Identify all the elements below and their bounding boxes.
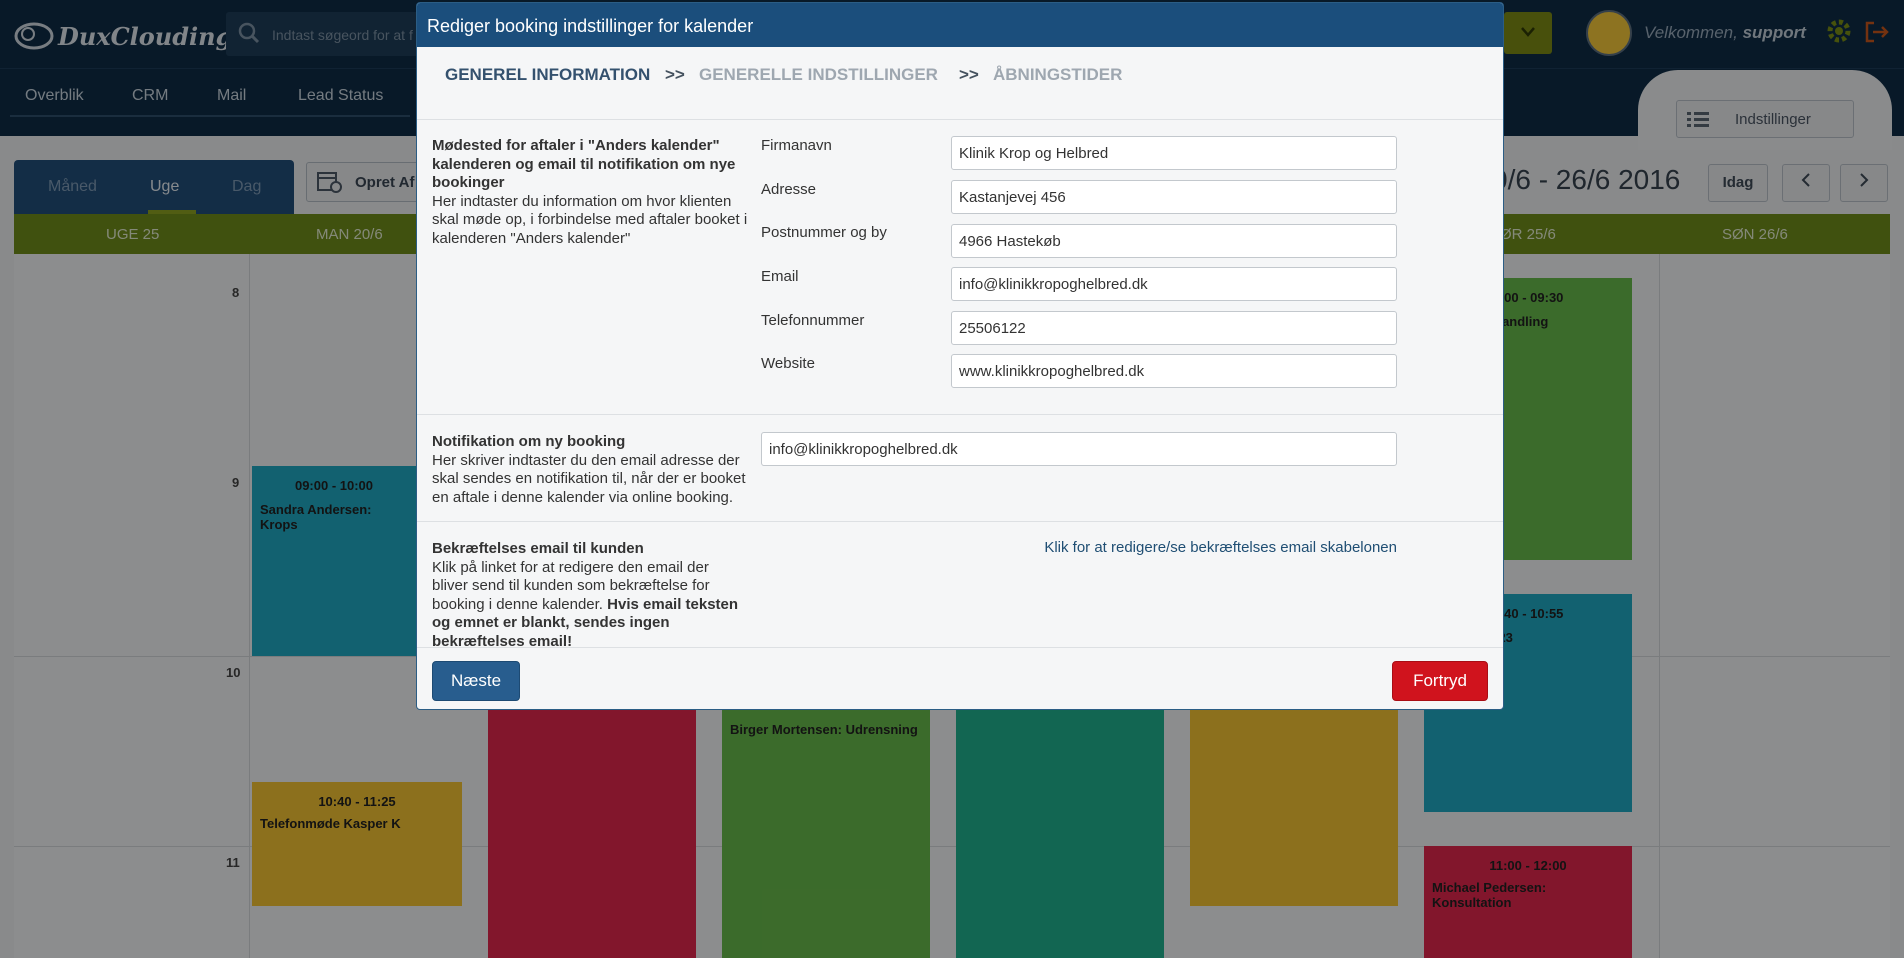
phone-field[interactable] [951,311,1397,345]
edit-confirmation-template-link[interactable]: Klik for at redigere/se bekræftelses ema… [1041,539,1397,556]
divider [417,414,1503,415]
website-field[interactable] [951,354,1397,388]
next-button[interactable]: Næste [432,661,520,701]
step-general-settings[interactable]: GENERELLE INDSTILLINGER [699,65,938,85]
postal-city-field[interactable] [951,224,1397,258]
step-separator: >> [959,65,979,84]
step-separator: >> [665,65,685,84]
company-name-field[interactable] [951,136,1397,170]
address-label: Adresse [761,181,817,198]
confirmation-description: Bekræftelses email til kunden Klik på li… [432,540,748,651]
divider [417,647,1503,648]
modal-title: Rediger booking indstillinger for kalend… [427,16,754,36]
phone-label: Telefonnummer [761,312,865,329]
notification-heading: Notifikation om ny booking [432,433,626,450]
address-field[interactable] [951,180,1397,214]
postal-city-label: Postnummer og by [761,224,887,241]
notification-description: Notifikation om ny booking Her skriver i… [432,433,748,507]
meeting-place-heading: Mødested for aftaler i "Anders kalender"… [432,137,736,191]
meeting-place-description: Mødested for aftaler i "Anders kalender"… [432,137,748,248]
divider [417,119,1503,120]
confirmation-heading: Bekræftelses email til kunden [432,540,644,557]
email-label: Email [761,268,799,285]
notification-email-field[interactable] [761,432,1397,466]
company-name-label: Firmanavn [761,137,832,154]
cancel-button[interactable]: Fortryd [1392,661,1488,701]
email-field[interactable] [951,267,1397,301]
modal-header: Rediger booking indstillinger for kalend… [417,3,1503,47]
step-general-information[interactable]: GENEREL INFORMATION [445,65,650,85]
booking-settings-modal: Rediger booking indstillinger for kalend… [416,2,1504,710]
notification-text: Her skriver indtaster du den email adres… [432,451,746,506]
meeting-place-text: Her indtaster du information om hvor kli… [432,192,748,247]
divider [417,521,1503,522]
website-label: Website [761,355,815,372]
step-opening-hours[interactable]: ÅBNINGSTIDER [993,65,1122,85]
